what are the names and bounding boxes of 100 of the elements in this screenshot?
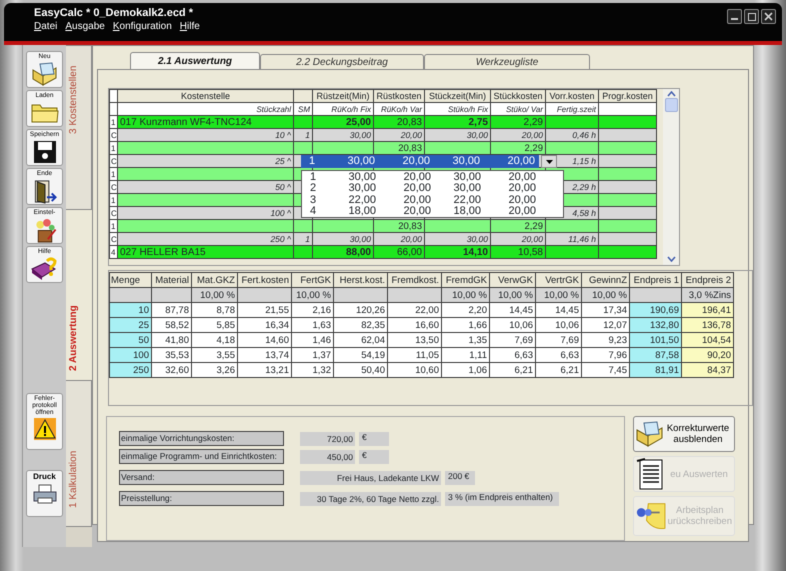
folder-document-icon [32, 62, 58, 86]
side-tab[interactable]: 2 Auswertung [66, 210, 92, 380]
menu-item[interactable]: Hilfe [180, 21, 200, 33]
option-cell[interactable]: 22,00 [431, 194, 481, 206]
table-cell: 30,00 [312, 128, 374, 142]
field-label: einmalige Vorrichtungskosten: [119, 431, 284, 446]
column-header: 10,00 % [192, 288, 238, 302]
option-cell[interactable]: 20,00 [376, 172, 431, 184]
table-cell: 2,75 [424, 116, 490, 128]
table-cell: 22,00 [388, 302, 442, 318]
combo-value: 1 [308, 155, 316, 168]
option-cell[interactable]: 30,00 [431, 183, 481, 195]
table-cell: 20,83 [374, 116, 424, 128]
combo-value: 20,00 [401, 155, 430, 168]
table-cell: 132,80 [630, 318, 682, 332]
option-cell[interactable]: 20,00 [481, 194, 536, 206]
hide-corrections-button[interactable]: Korrekturwerte ausblenden [633, 416, 735, 452]
menu-item[interactable]: Datei [34, 21, 58, 33]
combo-field[interactable]: 1 30,00 20,00 30,00 20,00 [301, 155, 539, 168]
tab[interactable]: 2.1 Auswertung [130, 52, 260, 69]
option-cell[interactable]: 2 [302, 183, 324, 195]
table-cell: 30,00 [424, 128, 490, 142]
maximize-button[interactable] [744, 9, 759, 24]
option-cell[interactable]: 30,00 [431, 172, 481, 184]
column-header: Material [152, 272, 192, 288]
row-number: 1 [110, 116, 118, 128]
column-header: 10,00 % [536, 288, 582, 302]
minimize-button[interactable] [727, 9, 742, 24]
option-cell[interactable]: 1 [302, 172, 324, 184]
scroll-thumb[interactable] [664, 98, 678, 112]
table-cell: 7,45 [582, 362, 630, 378]
table-cell: 10,06 [536, 318, 582, 332]
combo-value: 20,00 [506, 155, 535, 168]
option-cell[interactable]: 20,00 [481, 172, 536, 184]
print-button[interactable]: Druck [26, 470, 63, 517]
table-cell: 20,00 [490, 128, 546, 142]
column-header: Vorr.kosten [546, 90, 598, 102]
table-cell: 2,16 [292, 302, 334, 318]
column-header: 3,0 %Zins [682, 288, 734, 302]
unit-field: € [359, 450, 389, 464]
printer-icon [32, 484, 56, 504]
table-cell: 20,00 [490, 232, 546, 246]
option-cell[interactable]: 30,00 [324, 183, 376, 195]
table-cell: 1,66 [442, 318, 490, 332]
column-header: Stüko/h Fix [424, 102, 490, 116]
option-cell[interactable]: 4 [302, 206, 324, 218]
scrollbar[interactable] [663, 89, 679, 265]
side-tab[interactable]: 1 Kalkulation [66, 380, 92, 527]
option-cell[interactable]: 20,00 [376, 183, 431, 195]
row-number: C [110, 128, 118, 142]
table-cell: 7,96 [582, 348, 630, 362]
row-number: C [110, 232, 118, 246]
tab[interactable]: 2.2 Deckungsbeitrag [260, 54, 424, 69]
table-cell: 12,07 [582, 318, 630, 332]
table-cell: 1,32 [292, 362, 334, 378]
table-cell: 250 ^ [118, 232, 294, 246]
row-number: 1 [110, 194, 118, 206]
table-cell: 82,35 [334, 318, 388, 332]
option-cell[interactable]: 20,00 [376, 194, 431, 206]
table-cell: 7,69 [490, 332, 536, 348]
table-cell: 13,21 [238, 362, 292, 378]
table-cell: 16,34 [238, 318, 292, 332]
caret-icon [546, 160, 552, 164]
column-header: Stückzeit(Min) [424, 90, 490, 102]
table-cell: 6,21 [536, 362, 582, 378]
table-cell: 100 ^ [118, 206, 294, 220]
table-cell: 58,52 [152, 318, 192, 332]
column-header: Stückkosten [490, 90, 546, 102]
table-cell: 1,63 [292, 318, 334, 332]
row-number: 1 [110, 168, 118, 180]
option-cell[interactable]: 20,00 [481, 206, 536, 218]
option-cell[interactable]: 22,00 [324, 194, 376, 206]
table-cell: 50 [110, 332, 152, 348]
column-header: Stückzahl [118, 102, 294, 116]
tab[interactable]: Werkzeugliste [424, 54, 590, 69]
table-cell: 10,58 [490, 246, 546, 258]
option-cell[interactable]: 20,00 [376, 206, 431, 218]
table-cell: 6,63 [536, 348, 582, 362]
table-cell: 3,26 [192, 362, 238, 378]
menu-item[interactable]: Konfiguration [112, 21, 172, 33]
option-cell[interactable]: 18,00 [324, 206, 376, 218]
close-button[interactable] [761, 9, 776, 24]
option-cell[interactable]: 20,00 [481, 183, 536, 195]
close-icon [764, 12, 773, 21]
table-cell: 88,00 [312, 246, 374, 258]
maximize-icon [748, 12, 756, 20]
option-cell[interactable]: 30,00 [324, 172, 376, 184]
dropdown-button[interactable] [541, 155, 557, 168]
table-cell: 9,23 [582, 332, 630, 348]
column-header: Menge [110, 272, 152, 288]
side-tab[interactable]: 3 Kostenstellen [66, 45, 92, 210]
option-cell[interactable]: 3 [302, 194, 324, 206]
table-cell: 10 ^ [118, 128, 294, 142]
row-number: C [110, 154, 118, 168]
table-cell: 50 ^ [118, 180, 294, 194]
row-number: 1 [110, 142, 118, 154]
column-header: Endpreis 1 [630, 272, 682, 288]
column-header: Endpreis 2 [682, 272, 734, 288]
table-cell: 87,78 [152, 302, 192, 318]
menu-item[interactable]: Ausgabe [65, 21, 105, 33]
